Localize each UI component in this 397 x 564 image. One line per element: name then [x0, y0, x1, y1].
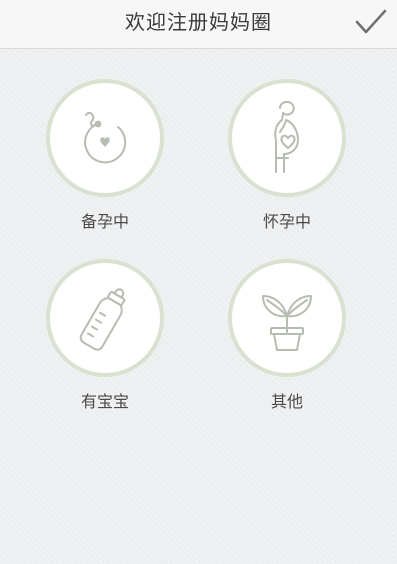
option-have-baby[interactable]: 有宝宝: [30, 259, 180, 429]
option-circle: [46, 79, 164, 197]
sperm-egg-icon: [84, 111, 127, 164]
option-pregnant[interactable]: 怀孕中: [212, 79, 362, 249]
option-circle: [46, 259, 164, 377]
confirm-button[interactable]: [351, 4, 391, 40]
option-label: 其他: [270, 392, 303, 411]
baby-bottle-icon: [79, 288, 126, 351]
option-circle: [228, 259, 346, 377]
header-bar: 欢迎注册妈妈圈: [0, 0, 397, 49]
option-label: 怀孕中: [262, 212, 311, 231]
option-other[interactable]: 其他: [212, 259, 362, 429]
option-circle: [228, 79, 346, 197]
option-label: 有宝宝: [80, 392, 129, 411]
option-label: 备孕中: [80, 212, 129, 231]
checkmark-icon: [355, 9, 387, 34]
option-preparing-pregnancy[interactable]: 备孕中: [30, 79, 180, 249]
page-title: 欢迎注册妈妈圈: [125, 10, 272, 34]
plant-sprout-icon: [262, 295, 312, 351]
pregnant-woman-icon: [274, 100, 299, 173]
